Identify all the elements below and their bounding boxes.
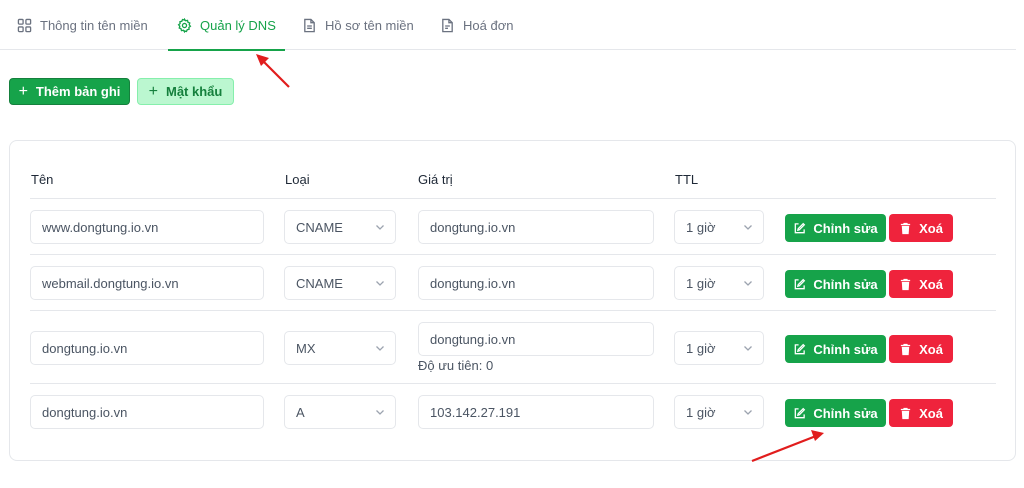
trash-icon [900, 222, 911, 234]
password-label: Mật khẩu [166, 84, 223, 99]
edit-label: Chỉnh sửa [813, 341, 878, 357]
edit-record-button[interactable]: Chỉnh sửa [785, 270, 886, 298]
chevron-down-icon [744, 281, 752, 286]
row-divider [30, 198, 996, 199]
edit-icon [795, 407, 806, 418]
delete-record-button[interactable]: Xoá [889, 399, 953, 427]
record-name-value: webmail.dongtung.io.vn [42, 275, 179, 291]
trash-icon [900, 343, 911, 355]
plus-icon: + [148, 82, 158, 100]
chevron-down-icon [376, 410, 384, 415]
record-value-input[interactable]: dongtung.io.vn [418, 210, 654, 244]
row-divider [30, 254, 996, 255]
record-value-input[interactable]: dongtung.io.vn [418, 322, 654, 356]
edit-icon [795, 278, 806, 289]
record-ttl-value: 1 giờ [686, 275, 716, 291]
delete-label: Xoá [919, 276, 943, 292]
add-record-label: Thêm bản ghi [35, 84, 121, 99]
delete-label: Xoá [919, 220, 943, 236]
record-ttl-value: 1 giờ [686, 404, 716, 420]
delete-record-button[interactable]: Xoá [889, 214, 953, 242]
record-name-value: dongtung.io.vn [42, 340, 128, 356]
record-type-select[interactable]: MX [284, 331, 396, 365]
record-type-value: MX [296, 340, 316, 356]
tab-label: Thông tin tên miền [40, 17, 148, 33]
record-value-input[interactable]: dongtung.io.vn [418, 266, 654, 300]
plus-icon: + [18, 82, 28, 100]
edit-label: Chỉnh sửa [813, 220, 878, 236]
record-value-text: dongtung.io.vn [430, 219, 516, 235]
column-header-name: Tên [31, 172, 54, 187]
tab-invoice[interactable]: Hoá đơn [440, 0, 513, 50]
gear-icon [177, 17, 192, 33]
record-type-select[interactable]: CNAME [284, 266, 396, 300]
edit-record-button[interactable]: Chỉnh sửa [785, 214, 886, 242]
record-name-input[interactable]: www.dongtung.io.vn [30, 210, 264, 244]
record-type-select[interactable]: A [284, 395, 396, 429]
record-type-value: CNAME [296, 219, 343, 235]
invoice-icon [442, 18, 453, 32]
delete-label: Xoá [919, 341, 943, 357]
password-button[interactable]: + Mật khẩu [137, 78, 234, 105]
edit-record-button[interactable]: Chỉnh sửa [785, 399, 886, 427]
record-ttl-select[interactable]: 1 giờ [674, 331, 764, 365]
edit-icon [795, 343, 806, 354]
tab-label: Hoá đơn [463, 17, 514, 33]
trash-icon [900, 407, 911, 419]
column-header-type: Loại [285, 172, 310, 187]
grid-icon [17, 18, 32, 32]
record-name-value: www.dongtung.io.vn [42, 219, 159, 235]
record-value-text: 103.142.27.191 [430, 404, 521, 420]
add-record-button[interactable]: + Thêm bản ghi [9, 78, 130, 105]
record-ttl-select[interactable]: 1 giờ [674, 210, 764, 244]
chevron-down-icon [744, 410, 752, 415]
tab-dns-management[interactable]: Quản lý DNS [168, 0, 285, 51]
priority-label: Độ ưu tiên: 0 [418, 358, 494, 373]
tab-label: Quản lý DNS [200, 17, 276, 33]
row-divider [30, 383, 996, 384]
delete-label: Xoá [919, 405, 943, 421]
record-ttl-value: 1 giờ [686, 340, 716, 356]
row-divider [30, 310, 996, 311]
record-ttl-select[interactable]: 1 giờ [674, 266, 764, 300]
tab-bar: Thông tin tên miền Quản lý DNS Hồ sơ tên… [0, 0, 1016, 51]
edit-label: Chỉnh sửa [813, 405, 878, 421]
edit-record-button[interactable]: Chỉnh sửa [785, 335, 886, 363]
record-value-text: dongtung.io.vn [430, 331, 516, 347]
record-value-text: dongtung.io.vn [430, 275, 516, 291]
record-name-input[interactable]: webmail.dongtung.io.vn [30, 266, 264, 300]
document-icon [304, 18, 315, 32]
edit-icon [795, 222, 806, 233]
column-header-ttl: TTL [675, 172, 699, 187]
record-name-input[interactable]: dongtung.io.vn [30, 331, 264, 365]
tab-domain-profile[interactable]: Hồ sơ tên miền [302, 0, 414, 50]
trash-icon [900, 278, 911, 290]
record-value-input[interactable]: 103.142.27.191 [418, 395, 654, 429]
tab-domain-info[interactable]: Thông tin tên miền [17, 0, 148, 50]
chevron-down-icon [744, 225, 752, 230]
delete-record-button[interactable]: Xoá [889, 335, 953, 363]
chevron-down-icon [376, 281, 384, 286]
edit-label: Chỉnh sửa [813, 276, 878, 292]
record-name-input[interactable]: dongtung.io.vn [30, 395, 264, 429]
record-name-value: dongtung.io.vn [42, 404, 128, 420]
chevron-down-icon [744, 346, 752, 351]
record-type-value: A [296, 404, 305, 420]
column-header-value: Giá trị [418, 172, 453, 187]
chevron-down-icon [376, 346, 384, 351]
annotation-arrow-dns-tab [256, 54, 290, 88]
record-type-select[interactable]: CNAME [284, 210, 396, 244]
record-type-value: CNAME [296, 275, 343, 291]
chevron-down-icon [376, 225, 384, 230]
record-ttl-select[interactable]: 1 giờ [674, 395, 764, 429]
record-ttl-value: 1 giờ [686, 219, 716, 235]
tab-label: Hồ sơ tên miền [325, 17, 414, 33]
delete-record-button[interactable]: Xoá [889, 270, 953, 298]
